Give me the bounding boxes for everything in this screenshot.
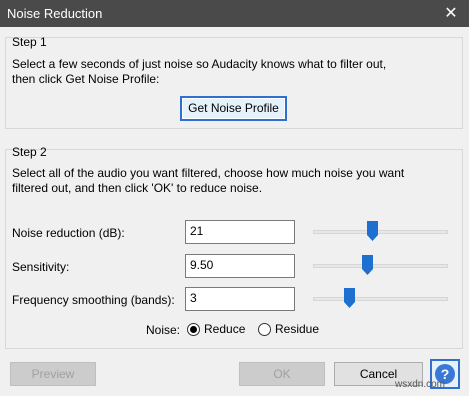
sensitivity-input[interactable]: 9.50 — [185, 254, 295, 278]
slider-track — [313, 297, 448, 301]
step2-title: Step 2 — [12, 145, 47, 159]
step1-instructions-line1: Select a few seconds of just noise so Au… — [12, 57, 387, 71]
noise-reduction-input[interactable]: 21 — [185, 220, 295, 244]
cancel-label: Cancel — [359, 367, 398, 381]
frequency-smoothing-input[interactable]: 3 — [185, 287, 295, 311]
watermark: wsxdn.com — [395, 379, 446, 390]
get-noise-profile-button[interactable]: Get Noise Profile — [180, 96, 287, 121]
close-icon[interactable]: ✕ — [433, 0, 469, 27]
sensitivity-label: Sensitivity: — [12, 260, 70, 274]
step1-instructions-line2: then click Get Noise Profile: — [12, 72, 160, 86]
slider-track — [313, 264, 448, 268]
slider-track — [313, 230, 448, 234]
radio-reduce-label: Reduce — [204, 322, 246, 336]
radio-residue[interactable]: Residue — [258, 322, 319, 336]
radio-selected-dot — [190, 325, 197, 333]
noise-reduction-label: Noise reduction (dB): — [12, 226, 125, 240]
radio-reduce-circle[interactable] — [187, 322, 200, 336]
step1-title: Step 1 — [12, 35, 47, 49]
step2-instructions-line1: Select all of the audio you want filtere… — [12, 166, 405, 180]
preview-button[interactable]: Preview — [10, 362, 96, 386]
ok-label: OK — [273, 367, 291, 381]
noise-mode-label: Noise: — [146, 323, 181, 337]
slider-thumb[interactable] — [344, 288, 356, 308]
slider-thumb[interactable] — [362, 255, 373, 275]
radio-residue-circle[interactable] — [258, 322, 271, 336]
radio-reduce[interactable]: Reduce — [187, 322, 245, 336]
get-noise-profile-label: Get Noise Profile — [188, 101, 279, 115]
frequency-smoothing-label: Frequency smoothing (bands): — [12, 293, 175, 307]
frequency-smoothing-slider[interactable] — [313, 287, 448, 311]
slider-thumb[interactable] — [367, 221, 379, 241]
step2-instructions-line2: filtered out, and then click 'OK' to red… — [12, 181, 263, 195]
noise-reduction-slider[interactable] — [313, 220, 448, 244]
preview-label: Preview — [31, 367, 75, 381]
ok-button[interactable]: OK — [239, 362, 325, 386]
window-title: Noise Reduction — [7, 6, 103, 21]
title-bar: Noise Reduction ✕ — [0, 0, 469, 27]
radio-residue-label: Residue — [275, 322, 320, 336]
sensitivity-slider[interactable] — [313, 254, 448, 278]
